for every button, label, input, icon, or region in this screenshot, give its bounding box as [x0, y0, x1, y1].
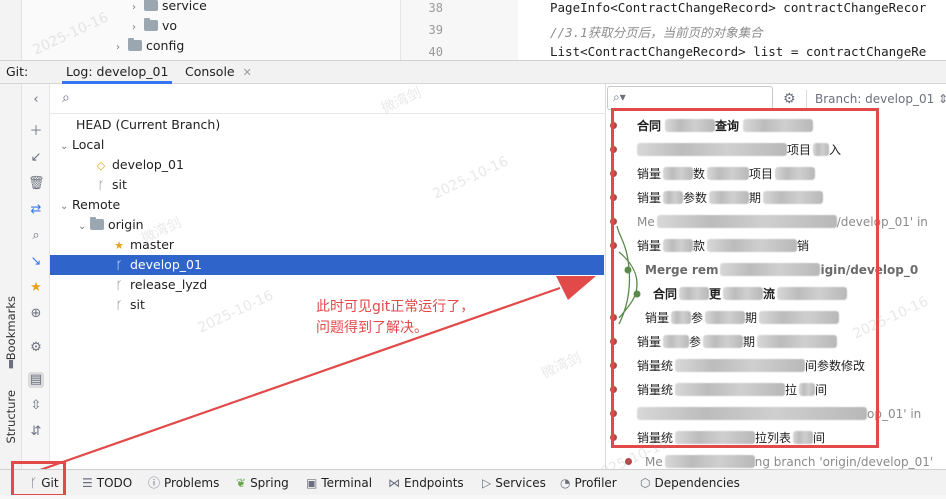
terminal-icon: ▣	[306, 476, 318, 490]
services-icon: ▷	[482, 476, 492, 490]
dependencies-icon: ⬡	[640, 476, 651, 490]
tool-profiler-button[interactable]: ◔ Profiler	[560, 474, 617, 492]
tool-todo-button[interactable]: ☰ TODO	[82, 474, 132, 492]
info-icon: ⓘ	[148, 476, 161, 490]
profiler-icon: ◔	[560, 476, 571, 490]
endpoints-icon: ⋈	[388, 476, 400, 490]
status-bar	[0, 495, 946, 499]
tool-spring-button[interactable]: ❦ Spring	[236, 474, 289, 492]
tool-endpoints-button[interactable]: ⋈ Endpoints	[388, 474, 464, 492]
tool-services-button[interactable]: ▷ Services	[482, 474, 546, 492]
annotation-text: 此时可见git正常运行了， 问题得到了解决。	[316, 299, 475, 336]
tool-problems-button[interactable]: ⓘ Problems	[148, 474, 219, 492]
list-icon: ☰	[82, 476, 93, 490]
tool-terminal-button[interactable]: ▣ Terminal	[306, 474, 372, 492]
tool-dependencies-button[interactable]: ⬡ Dependencies	[640, 474, 740, 492]
highlight-box-git-button	[11, 461, 66, 497]
annotation-arrow	[39, 276, 596, 472]
bottom-tool-bar: ᚴ Git ☰ TODO ⓘ Problems ❦ Spring ▣ Terminal ⋈…	[0, 469, 946, 495]
spring-icon: ❦	[236, 476, 247, 490]
